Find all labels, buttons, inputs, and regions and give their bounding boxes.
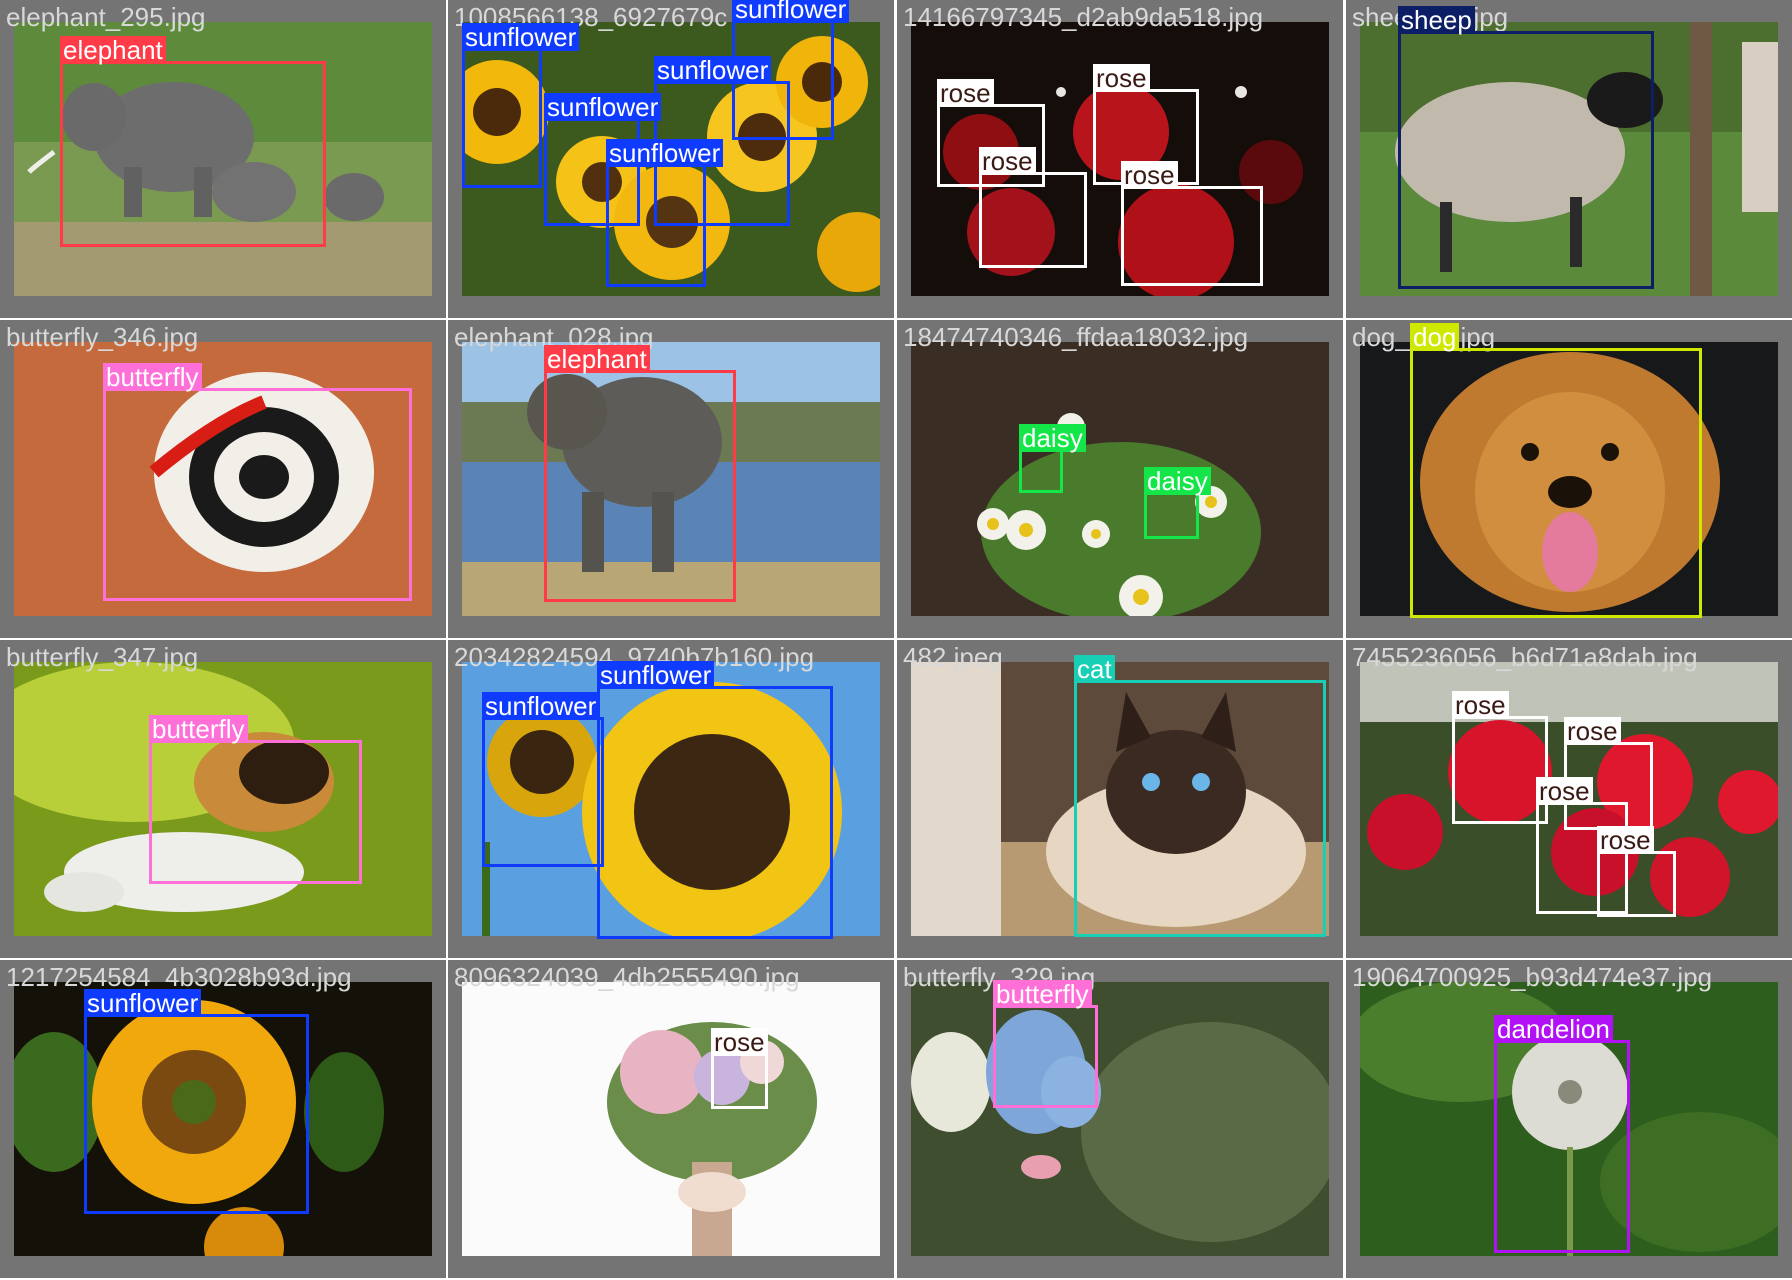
detection-box: elephant: [544, 345, 736, 602]
detection-label: sunflower: [482, 692, 600, 720]
detection-label: elephant: [544, 345, 650, 373]
filename-label: elephant_295.jpg: [6, 2, 206, 32]
detection-box: dog: [1410, 323, 1702, 618]
detection-label: rose: [937, 79, 994, 107]
filename-label: 14166797345_d2ab9da518.jpg: [903, 2, 1264, 32]
detection-label: butterfly: [993, 980, 1092, 1008]
detection-label: rose: [1121, 161, 1178, 189]
detection-label: sunflower: [606, 139, 724, 167]
detection-box: dandelion: [1494, 1015, 1630, 1253]
filename-label: 7455236056_b6d71a8dab.jpg: [1352, 642, 1698, 672]
detection-box: rose: [979, 147, 1087, 268]
detection-box: cat: [1074, 655, 1326, 937]
filename-label: butterfly_346.jpg: [6, 322, 199, 352]
detection-label: elephant: [60, 36, 166, 64]
detection-box: butterfly: [993, 980, 1098, 1108]
detection-box: sunflower: [84, 989, 309, 1214]
filename-label: 482.jpeg: [903, 642, 1003, 672]
detection-label: sunflower: [84, 989, 202, 1017]
detection-label: rose: [1564, 717, 1621, 745]
detection-label: rose: [1536, 777, 1593, 805]
detection-label: dandelion: [1494, 1015, 1613, 1043]
detection-label: sunflower: [597, 661, 715, 689]
detection-box: elephant: [60, 36, 326, 247]
detection-label: rose: [711, 1028, 768, 1056]
filename-label: 18474740346_ffdaa18032.jpg: [903, 322, 1249, 352]
tile: dog_324.jpg dog: [1346, 320, 1792, 638]
detection-label: rose: [1597, 826, 1654, 854]
detection-label: sunflower: [732, 0, 850, 23]
detection-box: rose: [1121, 161, 1263, 286]
detection-box: sheep: [1398, 6, 1654, 289]
detection-label: daisy: [1144, 467, 1211, 495]
detection-label: dog: [1410, 323, 1460, 351]
detection-box: daisy: [1019, 424, 1086, 493]
photo-daisies: [911, 342, 1329, 616]
detection-label: sheep: [1398, 6, 1475, 34]
tile: butterfly_346.jpg butterfly: [0, 320, 446, 638]
tile: 1217254584_4b3028b93d.jpg sunflower: [0, 960, 446, 1278]
detection-label: daisy: [1019, 424, 1086, 452]
tile: 482.jpeg cat: [897, 640, 1343, 958]
detection-box: sunflower: [482, 692, 604, 867]
tile: 7455236056_b6d71a8dab.jpg rose rose rose…: [1346, 640, 1792, 958]
detection-label: butterfly: [149, 715, 248, 743]
detection-box: sunflower: [606, 139, 724, 287]
filename-label: butterfly_347.jpg: [6, 642, 199, 672]
detection-label: rose: [1093, 64, 1150, 92]
tile: elephant_028.jpg elephant: [448, 320, 894, 638]
detection-box: butterfly: [103, 363, 412, 601]
detection-box: sunflower: [597, 661, 833, 939]
tile: butterfly_347.jpg butterfly: [0, 640, 446, 958]
detection-label: rose: [979, 147, 1036, 175]
tile: 14166797345_d2ab9da518.jpg rose rose ros…: [897, 0, 1343, 318]
tile: sheep604.jpg sheep: [1346, 0, 1792, 318]
filename-label: 8096324039_4db2555490.jpg: [454, 962, 800, 992]
detection-box: daisy: [1144, 467, 1211, 539]
tile: butterfly_329.jpg butterfly: [897, 960, 1343, 1278]
detection-box: rose: [1597, 826, 1676, 917]
photo-butterfly: [911, 982, 1329, 1256]
tile: 8096324039_4db2555490.jpg rose: [448, 960, 894, 1278]
tile: 19064700925_b93d474e37.jpg dandelion: [1346, 960, 1792, 1278]
filename-label: 19064700925_b93d474e37.jpg: [1352, 962, 1713, 992]
detection-box: sunflower: [462, 23, 580, 188]
detection-label: sunflower: [462, 23, 580, 51]
tile: elephant_295.jpg elephant: [0, 0, 446, 318]
tile: 1008566138_6927679c sunflower sunflower …: [448, 0, 894, 318]
detection-box: butterfly: [149, 715, 362, 884]
tile: 18474740346_ffdaa18032.jpg daisy daisy: [897, 320, 1343, 638]
detection-box: rose: [1452, 691, 1548, 824]
tile: 20342824594_9740b7b160.jpg sunflower sun…: [448, 640, 894, 958]
detection-box: rose: [711, 1028, 768, 1109]
detection-label: cat: [1074, 655, 1115, 683]
detection-label: butterfly: [103, 363, 202, 391]
detection-label: rose: [1452, 691, 1509, 719]
detection-label: sunflower: [544, 93, 662, 121]
detection-label: sunflower: [654, 56, 772, 84]
photo-bouquet: [462, 982, 880, 1256]
